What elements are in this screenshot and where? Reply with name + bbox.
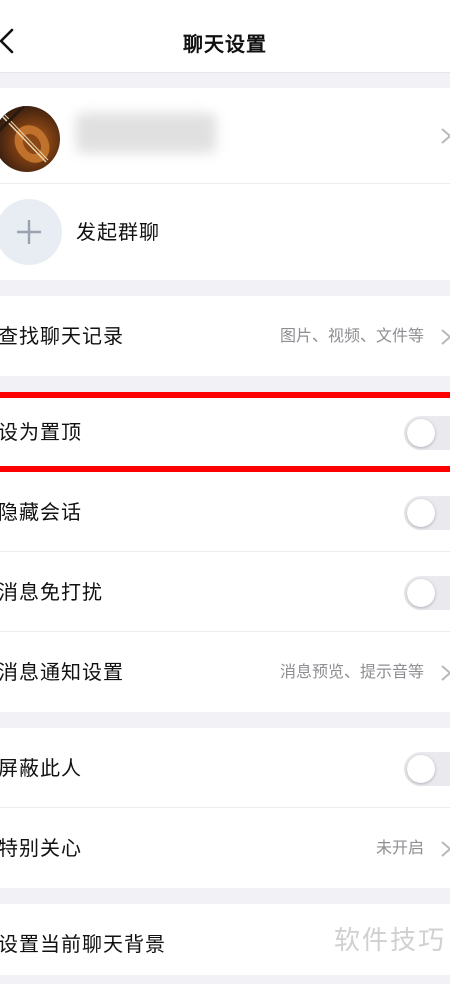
violin-image [0, 106, 50, 163]
do-not-disturb-toggle[interactable] [404, 576, 450, 610]
search-chat-history-row[interactable]: 查找聊天记录 图片、视频、文件等 [0, 296, 450, 376]
special-care-label: 特别关心 [0, 836, 82, 860]
start-group-chat-row[interactable]: 发起群聊 [0, 184, 450, 280]
chevron-right-icon [441, 329, 450, 345]
search-chat-history-label: 查找聊天记录 [0, 324, 124, 348]
notification-settings-row[interactable]: 消息通知设置 消息预览、提示音等 [0, 632, 450, 712]
do-not-disturb-label: 消息免打扰 [0, 580, 103, 604]
privacy-group: 屏蔽此人 特别关心 未开启 [0, 728, 450, 888]
special-care-row[interactable]: 特别关心 未开启 [0, 808, 450, 888]
do-not-disturb-row[interactable]: 消息免打扰 [0, 552, 450, 632]
toggle-knob [407, 579, 435, 607]
block-contact-label: 屏蔽此人 [0, 756, 82, 780]
search-group: 查找聊天记录 图片、视频、文件等 [0, 296, 450, 376]
chevron-right-icon [441, 665, 450, 681]
chat-settings-group: 设为置顶 隐藏会话 消息免打扰 消息通知设置 消息预览、提示音等 [0, 392, 450, 712]
add-member-button[interactable] [0, 199, 62, 265]
watermark: 软件技巧 [333, 926, 446, 956]
start-group-chat-label: 发起群聊 [76, 220, 160, 244]
search-chat-history-hint: 图片、视频、文件等 [279, 326, 424, 345]
toggle-knob [407, 419, 435, 447]
notification-settings-hint: 消息预览、提示音等 [279, 662, 424, 681]
highlight-line-bottom [0, 466, 450, 472]
notification-settings-label: 消息通知设置 [0, 660, 124, 684]
pin-chat-row[interactable]: 设为置顶 [0, 392, 450, 472]
chevron-right-icon [441, 128, 450, 144]
chat-background-label: 设置当前聊天背景 [0, 932, 166, 956]
hide-chat-toggle[interactable] [404, 496, 450, 530]
special-care-status: 未开启 [375, 838, 424, 857]
plus-icon [17, 220, 41, 244]
highlight-line-top [0, 392, 450, 398]
pin-chat-label: 设为置顶 [0, 420, 82, 444]
toggle-knob [407, 499, 435, 527]
avatar[interactable] [0, 106, 60, 172]
pin-chat-toggle[interactable] [404, 416, 450, 450]
contact-name-blurred [76, 113, 216, 153]
toggle-knob [407, 755, 435, 783]
hide-chat-label: 隐藏会话 [0, 500, 82, 524]
hide-chat-row[interactable]: 隐藏会话 [0, 472, 450, 552]
contact-profile-row[interactable] [0, 88, 450, 184]
page-title: 聊天设置 [183, 32, 267, 56]
block-contact-toggle[interactable] [404, 752, 450, 786]
profile-group: 发起群聊 [0, 88, 450, 280]
nav-bar: 聊天设置 [0, 0, 450, 73]
block-contact-row[interactable]: 屏蔽此人 [0, 728, 450, 808]
chevron-right-icon [441, 841, 450, 857]
